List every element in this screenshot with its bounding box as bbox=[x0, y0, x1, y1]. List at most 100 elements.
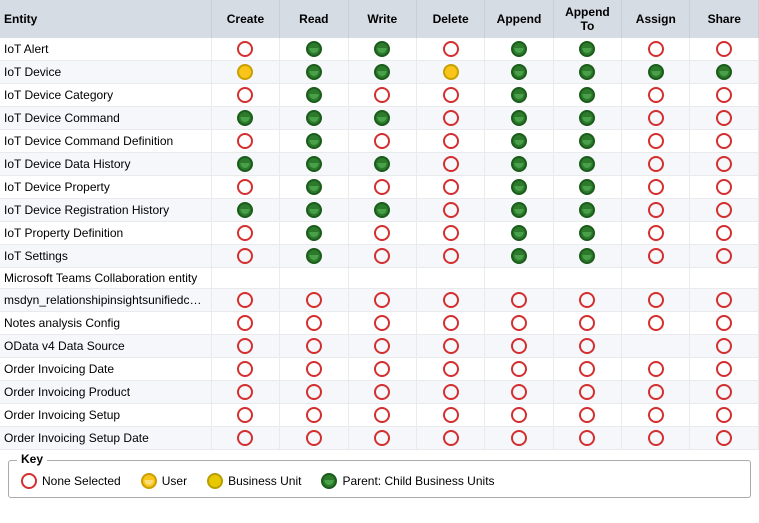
cell-create bbox=[211, 245, 279, 268]
cell-create bbox=[211, 38, 279, 61]
cell-share bbox=[690, 245, 759, 268]
cell-assign bbox=[622, 404, 690, 427]
icon-none-selected bbox=[374, 384, 390, 400]
cell-appendTo bbox=[553, 84, 621, 107]
cell-share bbox=[690, 153, 759, 176]
cell-create bbox=[211, 358, 279, 381]
icon-none-selected bbox=[579, 384, 595, 400]
cell-appendTo bbox=[553, 153, 621, 176]
icon-none-selected bbox=[443, 292, 459, 308]
cell-write bbox=[348, 130, 416, 153]
cell-create bbox=[211, 176, 279, 199]
cell-create bbox=[211, 130, 279, 153]
cell-delete bbox=[416, 107, 484, 130]
entity-name: IoT Alert bbox=[0, 38, 211, 61]
cell-share bbox=[690, 84, 759, 107]
table-row: IoT Device Data History bbox=[0, 153, 759, 176]
cell-write bbox=[348, 381, 416, 404]
cell-write bbox=[348, 84, 416, 107]
entity-name: Order Invoicing Setup bbox=[0, 404, 211, 427]
table-row: IoT Device Command bbox=[0, 107, 759, 130]
icon-none-selected bbox=[306, 384, 322, 400]
cell-assign bbox=[622, 84, 690, 107]
icon-green bbox=[374, 110, 390, 126]
icon-none-selected bbox=[511, 315, 527, 331]
icon-green bbox=[511, 202, 527, 218]
icon-none-selected bbox=[648, 407, 664, 423]
cell-read bbox=[280, 427, 348, 450]
icon-none-selected bbox=[306, 430, 322, 446]
icon-none-selected bbox=[306, 315, 322, 331]
cell-appendTo bbox=[553, 199, 621, 222]
key-title: Key bbox=[17, 452, 47, 466]
cell-assign bbox=[622, 358, 690, 381]
cell-assign bbox=[622, 335, 690, 358]
cell-assign bbox=[622, 268, 690, 289]
icon-none-selected bbox=[716, 110, 732, 126]
icon-none-selected bbox=[648, 292, 664, 308]
icon-none-selected bbox=[579, 407, 595, 423]
cell-appendTo bbox=[553, 222, 621, 245]
cell-appendTo bbox=[553, 245, 621, 268]
cell-delete bbox=[416, 404, 484, 427]
cell-share bbox=[690, 312, 759, 335]
cell-delete bbox=[416, 199, 484, 222]
icon-green bbox=[511, 87, 527, 103]
cell-append bbox=[485, 245, 553, 268]
icon-none-selected bbox=[579, 430, 595, 446]
key-label-none: None Selected bbox=[42, 474, 121, 488]
icon-none-selected bbox=[511, 407, 527, 423]
icon-green bbox=[306, 202, 322, 218]
key-icon-bu bbox=[207, 473, 223, 489]
icon-none-selected bbox=[716, 407, 732, 423]
cell-read bbox=[280, 312, 348, 335]
icon-none-selected bbox=[648, 110, 664, 126]
cell-create bbox=[211, 312, 279, 335]
cell-appendTo bbox=[553, 404, 621, 427]
icon-none-selected bbox=[237, 133, 253, 149]
icon-none-selected bbox=[374, 179, 390, 195]
icon-none-selected bbox=[716, 156, 732, 172]
cell-write bbox=[348, 268, 416, 289]
cell-appendTo bbox=[553, 130, 621, 153]
icon-none-selected bbox=[374, 225, 390, 241]
icon-none-selected bbox=[374, 248, 390, 264]
cell-share bbox=[690, 335, 759, 358]
icon-green bbox=[579, 248, 595, 264]
icon-none-selected bbox=[237, 407, 253, 423]
cell-create bbox=[211, 268, 279, 289]
icon-none-selected bbox=[579, 315, 595, 331]
cell-read bbox=[280, 222, 348, 245]
icon-none-selected bbox=[237, 179, 253, 195]
cell-create bbox=[211, 61, 279, 84]
entity-name: Order Invoicing Date bbox=[0, 358, 211, 381]
icon-green bbox=[579, 202, 595, 218]
cell-assign bbox=[622, 289, 690, 312]
icon-none-selected bbox=[443, 225, 459, 241]
cell-create bbox=[211, 222, 279, 245]
col-header-entity: Entity bbox=[0, 0, 211, 38]
cell-append bbox=[485, 153, 553, 176]
cell-assign bbox=[622, 245, 690, 268]
icon-none-selected bbox=[716, 384, 732, 400]
cell-read bbox=[280, 153, 348, 176]
icon-green bbox=[579, 110, 595, 126]
icon-none-selected bbox=[443, 361, 459, 377]
icon-none-selected bbox=[374, 407, 390, 423]
cell-appendTo bbox=[553, 107, 621, 130]
cell-share bbox=[690, 222, 759, 245]
icon-none-selected bbox=[648, 361, 664, 377]
cell-assign bbox=[622, 199, 690, 222]
cell-append bbox=[485, 38, 553, 61]
key-label-user: User bbox=[162, 474, 187, 488]
table-row: Microsoft Teams Collaboration entity bbox=[0, 268, 759, 289]
key-items: None Selected User Business Unit Parent:… bbox=[21, 473, 738, 489]
cell-share bbox=[690, 176, 759, 199]
cell-delete bbox=[416, 84, 484, 107]
icon-green bbox=[579, 156, 595, 172]
cell-assign bbox=[622, 427, 690, 450]
icon-none-selected bbox=[306, 361, 322, 377]
table-row: IoT Device Category bbox=[0, 84, 759, 107]
icon-green bbox=[374, 64, 390, 80]
icon-none-selected bbox=[579, 361, 595, 377]
